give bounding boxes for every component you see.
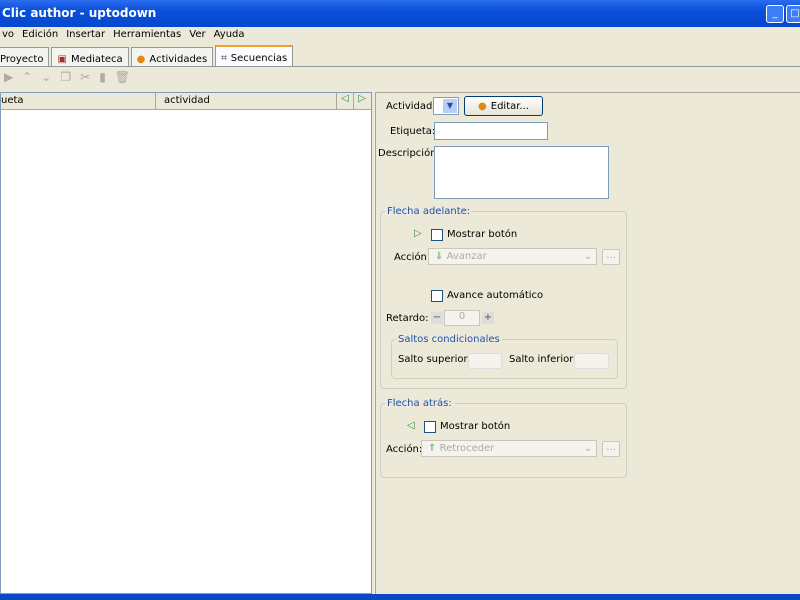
actividad-label: Actividad: bbox=[386, 101, 436, 112]
tab-proyecto[interactable]: Proyecto bbox=[0, 47, 50, 67]
descripcion-label: Descripción: bbox=[378, 148, 440, 159]
back-show-checkbox[interactable] bbox=[424, 421, 436, 433]
back-action-value: Retroceder bbox=[439, 443, 495, 454]
auto-advance-label: Avance automático bbox=[447, 290, 544, 301]
decrement-button[interactable]: − bbox=[431, 312, 443, 324]
forward-action-options-button[interactable]: ... bbox=[602, 249, 620, 265]
salto-superior-label: Salto superior: bbox=[398, 354, 471, 365]
up-arrow-icon: ⇑ bbox=[428, 443, 437, 454]
tab-secuencias[interactable]: ⌗ Secuencias bbox=[215, 45, 294, 67]
sequence-icon: ⌗ bbox=[221, 53, 227, 64]
back-arrow-icon: ◁ bbox=[407, 420, 415, 431]
menu-archivo[interactable]: vo bbox=[2, 29, 20, 44]
tab-divider bbox=[0, 66, 800, 67]
toolbar: ▶ ⌃ ⌄ ❐ ✂ ▮ 🗑 bbox=[0, 70, 130, 88]
increment-button[interactable]: + bbox=[482, 312, 494, 324]
back-arrow-group: Flecha atrás: ◁ Mostrar botón Acción: ⇑ … bbox=[380, 398, 627, 478]
cut-icon[interactable]: ✂ bbox=[80, 70, 90, 88]
chevron-down-icon: ▼ bbox=[443, 99, 457, 113]
menu-bar: vo Edición Insertar Herramientas Ver Ayu… bbox=[0, 27, 800, 44]
tab-label: Mediateca bbox=[70, 53, 123, 65]
retardo-label: Retardo: bbox=[386, 313, 429, 324]
menu-edicion[interactable]: Edición bbox=[22, 29, 64, 44]
group-title: Saltos condicionales bbox=[396, 334, 502, 345]
copy-icon[interactable]: ❐ bbox=[60, 70, 71, 88]
move-down-icon[interactable]: ⌄ bbox=[41, 70, 51, 88]
down-arrow-icon: ⇓ bbox=[435, 251, 444, 262]
chevron-down-icon: ⌄ bbox=[583, 443, 592, 454]
salto-inferior-label: Salto inferior: bbox=[509, 354, 577, 365]
tab-label: Secuencias bbox=[230, 53, 288, 64]
back-action-label: Acción: bbox=[386, 444, 423, 455]
move-up-icon[interactable]: ⌃ bbox=[22, 70, 32, 88]
editar-button[interactable]: ● Editar... bbox=[464, 96, 543, 116]
window-title: Clic author - uptodown bbox=[2, 6, 157, 20]
tab-bar: Proyecto ▣ Mediateca ● Actividades ⌗ Secuen… bbox=[0, 45, 295, 67]
menu-herramientas[interactable]: Herramientas bbox=[113, 29, 187, 44]
tab-mediateca[interactable]: ▣ Mediateca bbox=[51, 47, 129, 67]
salto-superior-button[interactable] bbox=[468, 353, 502, 369]
forward-action-value: Avanzar bbox=[446, 251, 487, 262]
etiqueta-label: Etiqueta: bbox=[390, 126, 436, 137]
scroll-right-icon[interactable]: ▷ bbox=[353, 93, 370, 109]
forward-arrow-group: Flecha adelante: ▷ Mostrar botón Acción:… bbox=[380, 206, 627, 389]
group-title: Flecha atrás: bbox=[385, 398, 454, 409]
forward-action-select[interactable]: ⇓ Avanzar ⌄ bbox=[428, 248, 597, 265]
menu-ver[interactable]: Ver bbox=[189, 29, 211, 44]
forward-arrow-icon: ▷ bbox=[414, 228, 422, 239]
tab-label: Actividades bbox=[149, 53, 208, 65]
salto-inferior-button[interactable] bbox=[574, 353, 609, 369]
actividad-select[interactable]: ▼ bbox=[433, 97, 459, 115]
etiqueta-input[interactable] bbox=[434, 122, 548, 140]
editar-label: Editar... bbox=[490, 100, 529, 112]
menu-insertar[interactable]: Insertar bbox=[66, 29, 111, 44]
menu-ayuda[interactable]: Ayuda bbox=[214, 29, 251, 44]
activity-icon: ● bbox=[136, 53, 146, 65]
tab-actividades[interactable]: ● Actividades bbox=[130, 47, 214, 67]
column-etiqueta[interactable]: ueta bbox=[1, 93, 156, 109]
back-action-options-button[interactable]: ... bbox=[602, 441, 620, 457]
auto-advance-checkbox[interactable] bbox=[431, 290, 443, 302]
play-icon[interactable]: ▶ bbox=[4, 70, 13, 88]
conditional-jumps-group: Saltos condicionales Salto superior: Sal… bbox=[391, 334, 618, 379]
descripcion-input[interactable] bbox=[434, 146, 609, 199]
group-title: Flecha adelante: bbox=[385, 206, 473, 217]
tab-label: Proyecto bbox=[0, 53, 44, 65]
minimize-button[interactable]: _ bbox=[766, 5, 784, 23]
forward-show-label: Mostrar botón bbox=[447, 229, 518, 240]
delete-icon[interactable]: 🗑 bbox=[115, 70, 130, 88]
list-header: ueta actividad ◁ ▷ bbox=[1, 93, 371, 110]
column-actividad[interactable]: actividad bbox=[156, 93, 336, 109]
activity-icon: ● bbox=[478, 100, 487, 112]
maximize-button[interactable]: □ bbox=[786, 5, 800, 23]
forward-action-label: Acción: bbox=[394, 252, 431, 263]
sequence-list[interactable]: ueta actividad ◁ ▷ bbox=[0, 92, 372, 594]
retardo-input[interactable]: 0 bbox=[444, 310, 480, 326]
taskbar-edge bbox=[0, 594, 800, 600]
back-action-select[interactable]: ⇑ Retroceder ⌄ bbox=[421, 440, 597, 457]
back-show-label: Mostrar botón bbox=[440, 421, 511, 432]
scroll-left-icon[interactable]: ◁ bbox=[336, 93, 353, 109]
sequence-editor: Actividad: ▼ ● Editar... Etiqueta: Descri… bbox=[375, 92, 800, 594]
forward-show-checkbox[interactable] bbox=[431, 229, 443, 241]
media-icon: ▣ bbox=[57, 53, 67, 65]
paste-icon[interactable]: ▮ bbox=[99, 70, 106, 88]
title-bar: Clic author - uptodown bbox=[0, 0, 800, 27]
chevron-down-icon: ⌄ bbox=[583, 251, 592, 262]
